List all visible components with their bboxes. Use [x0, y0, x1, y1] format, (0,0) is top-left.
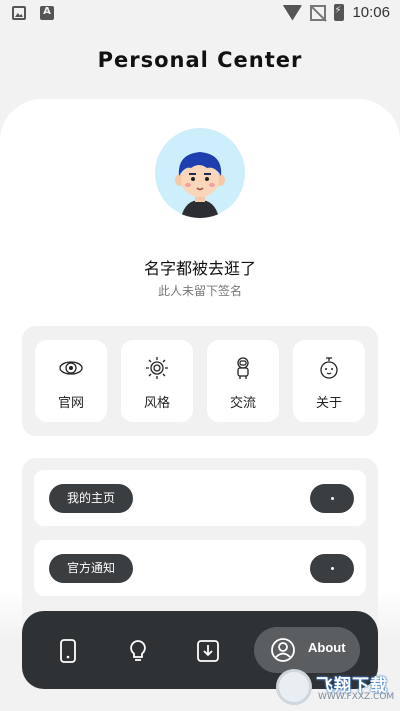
download-icon [197, 640, 219, 662]
tab-download[interactable] [188, 631, 228, 671]
quick-links-panel: 官网 风格 交流 关于 [22, 326, 378, 436]
menu-label[interactable]: 我的主页 [49, 484, 134, 513]
menu-row-homepage[interactable]: 我的主页 [34, 470, 366, 526]
watermark-subtext: WWW.FXXZ.COM [318, 692, 395, 702]
battery-charging-icon [334, 4, 345, 21]
status-bar: 10:06 [0, 0, 400, 28]
avatar[interactable] [155, 128, 245, 218]
watermark-logo-icon [276, 669, 312, 705]
galaxy-icon [59, 361, 83, 375]
more-button[interactable] [310, 554, 354, 583]
quick-link-style[interactable]: 风格 [121, 340, 193, 422]
quick-link-label: 关于 [315, 396, 342, 411]
no-signal-icon [310, 4, 327, 21]
more-button[interactable] [310, 484, 354, 513]
status-time: 10:06 [352, 4, 390, 21]
watermark: 飞翔下载 WWW.FXXZ.COM [276, 667, 394, 707]
alarm-clock-icon [320, 357, 338, 379]
quick-link-label: 交流 [229, 396, 256, 411]
menu-label[interactable]: 官方通知 [49, 554, 134, 583]
quick-link-website[interactable]: 官网 [35, 340, 107, 422]
menu-row-notifications[interactable]: 官方通知 [34, 540, 366, 596]
quick-link-label: 官网 [57, 396, 84, 411]
sun-spiral-icon [146, 357, 168, 379]
quick-link-community[interactable]: 交流 [207, 340, 279, 422]
page-title: Personal Center [97, 48, 303, 72]
photo-icon [12, 6, 26, 20]
wifi-icon [282, 4, 303, 21]
phone-icon [60, 639, 76, 663]
boy-avatar-icon [175, 152, 225, 218]
tab-ideas[interactable] [118, 631, 158, 671]
tab-phone[interactable] [48, 631, 88, 671]
astronaut-icon [237, 357, 249, 379]
quick-link-label: 风格 [143, 396, 170, 411]
user-signature: 此人未留下签名 [157, 284, 242, 298]
lightbulb-icon [130, 640, 146, 661]
user-circle-icon [271, 638, 295, 662]
user-name: 名字都被去逛了 [143, 259, 256, 278]
quick-link-about[interactable]: 关于 [293, 340, 365, 422]
tab-about-label: About [308, 640, 346, 655]
a-icon [40, 6, 54, 20]
